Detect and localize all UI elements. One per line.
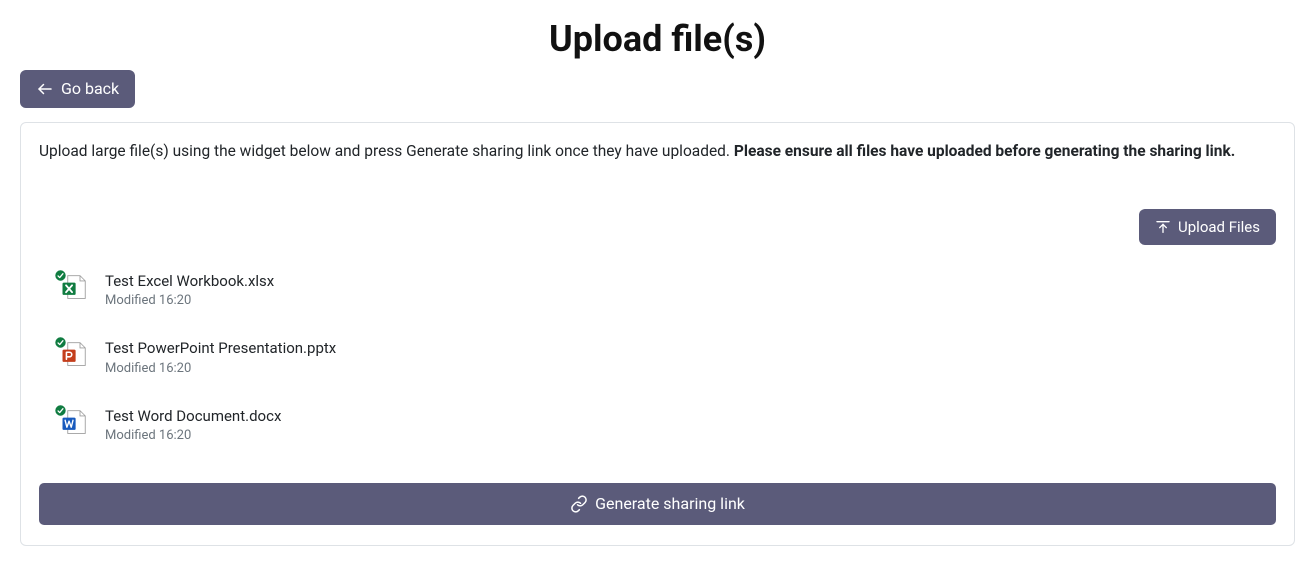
file-name: Test PowerPoint Presentation.pptx [105, 338, 336, 358]
file-meta: Test PowerPoint Presentation.pptx Modifi… [105, 338, 336, 375]
check-icon [54, 336, 67, 349]
link-icon [570, 495, 588, 513]
file-modified: Modified 16:20 [105, 361, 336, 376]
upload-card: Upload large file(s) using the widget be… [20, 122, 1295, 546]
file-name: Test Word Document.docx [105, 406, 281, 426]
upload-icon [1155, 219, 1171, 235]
upload-files-button[interactable]: Upload Files [1139, 209, 1276, 245]
file-item[interactable]: Test Word Document.docx Modified 16:20 [59, 394, 1276, 461]
arrow-left-icon [36, 80, 54, 98]
generate-sharing-link-label: Generate sharing link [595, 496, 745, 512]
file-list: Test Excel Workbook.xlsx Modified 16:20 [39, 259, 1276, 461]
generate-sharing-link-button[interactable]: Generate sharing link [39, 483, 1276, 525]
file-item[interactable]: Test PowerPoint Presentation.pptx Modifi… [59, 326, 1276, 393]
go-back-label: Go back [61, 81, 119, 97]
go-back-button[interactable]: Go back [20, 70, 135, 108]
file-meta: Test Word Document.docx Modified 16:20 [105, 406, 281, 443]
upload-row: Upload Files [39, 209, 1276, 245]
file-icon-excel [59, 273, 87, 301]
instructions-plain: Upload large file(s) using the widget be… [39, 142, 734, 160]
file-item[interactable]: Test Excel Workbook.xlsx Modified 16:20 [59, 259, 1276, 326]
check-icon [54, 269, 67, 282]
file-icon-powerpoint [59, 340, 87, 368]
file-modified: Modified 16:20 [105, 428, 281, 443]
instructions-bold: Please ensure all files have uploaded be… [734, 142, 1235, 160]
file-icon-word [59, 408, 87, 436]
upload-files-label: Upload Files [1178, 220, 1260, 235]
check-icon [54, 404, 67, 417]
file-name: Test Excel Workbook.xlsx [105, 271, 274, 291]
instructions-text: Upload large file(s) using the widget be… [39, 139, 1276, 163]
file-meta: Test Excel Workbook.xlsx Modified 16:20 [105, 271, 274, 308]
page-title: Upload file(s) [20, 18, 1295, 60]
file-modified: Modified 16:20 [105, 293, 274, 308]
